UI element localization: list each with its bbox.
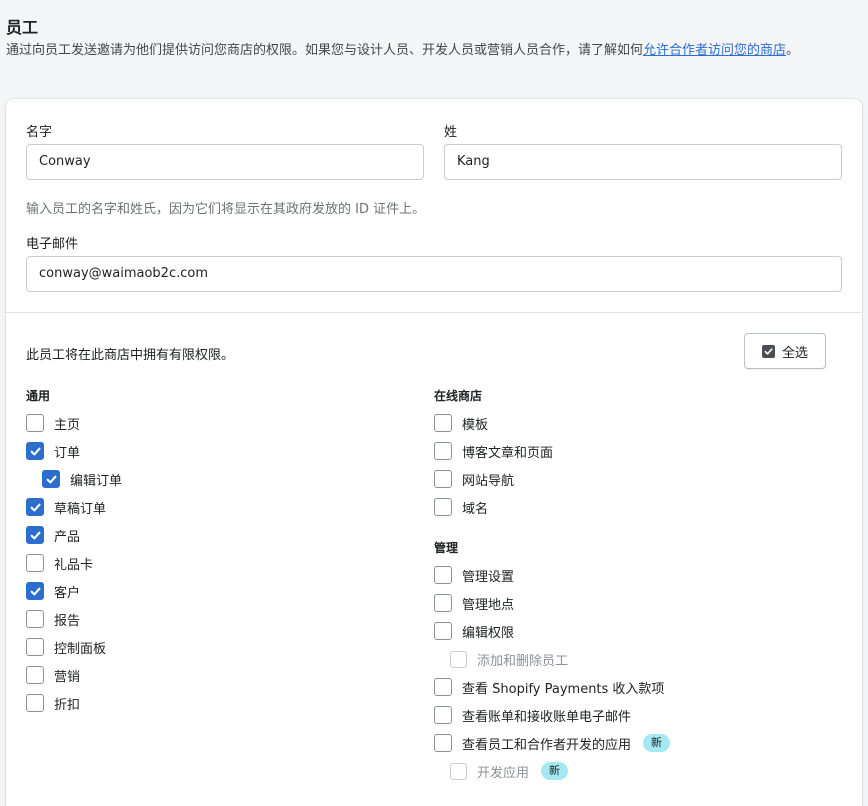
page-description-end: 。 xyxy=(786,43,800,58)
general-permission-0[interactable]: 主页 xyxy=(26,413,80,433)
permission-label: 营销 xyxy=(54,669,81,685)
email-input[interactable]: conway@waimaob2c.com xyxy=(26,256,842,292)
general-permission-2[interactable]: 编辑订单 xyxy=(42,469,122,489)
online_store-permission-0[interactable]: 模板 xyxy=(434,413,488,433)
admin-permission-6[interactable]: 查看员工和合作者开发的应用新 xyxy=(434,733,671,753)
permission-label: 客户 xyxy=(54,585,81,601)
permission-note: 此员工将在此商店中拥有有限权限。 xyxy=(26,348,235,363)
general-permission-1[interactable]: 订单 xyxy=(26,441,80,461)
permission-label: 主页 xyxy=(54,417,81,433)
checkbox-icon[interactable] xyxy=(26,414,44,432)
permission-label: 编辑权限 xyxy=(462,625,515,641)
collaborator-access-link[interactable]: 允许合作者访问您的商店 xyxy=(643,43,786,58)
admin-permission-7: 开发应用新 xyxy=(450,761,569,781)
checkbox-icon[interactable] xyxy=(26,666,44,684)
online_store-permission-2[interactable]: 网站导航 xyxy=(434,469,514,489)
permission-label: 添加和删除员工 xyxy=(477,653,569,669)
checkbox-checked-icon[interactable] xyxy=(42,470,60,488)
online_store-permission-1[interactable]: 博客文章和页面 xyxy=(434,441,553,461)
online_store-permission-3[interactable]: 域名 xyxy=(434,497,488,517)
general-permission-3[interactable]: 草稿订单 xyxy=(26,497,106,517)
checkbox-icon[interactable] xyxy=(434,470,452,488)
checkbox-icon[interactable] xyxy=(26,554,44,572)
admin-permission-2[interactable]: 编辑权限 xyxy=(434,621,514,641)
admin-permission-1[interactable]: 管理地点 xyxy=(434,593,514,613)
checkbox-icon[interactable] xyxy=(434,566,452,584)
checkbox-icon[interactable] xyxy=(26,610,44,628)
select-all-label: 全选 xyxy=(781,345,808,361)
checkbox-icon[interactable] xyxy=(434,442,452,460)
checkbox-icon xyxy=(450,762,467,780)
online-store-section-title: 在线商店 xyxy=(434,389,483,403)
checkbox-checked-icon[interactable] xyxy=(26,526,44,544)
admin-permission-4[interactable]: 查看 Shopify Payments 收入款项 xyxy=(434,677,664,697)
checkmark-icon xyxy=(761,344,775,358)
permission-label: 控制面板 xyxy=(54,641,107,657)
permission-label: 报告 xyxy=(54,613,81,629)
page-title: 员工 xyxy=(6,18,39,37)
new-badge: 新 xyxy=(643,734,671,752)
checkbox-checked-icon[interactable] xyxy=(26,582,44,600)
last-name-label: 姓 xyxy=(444,125,458,140)
staff-card: 名字 Conway 姓 Kang 输入员工的名字和姓氏，因为它们将显示在其政府发… xyxy=(6,99,862,806)
permission-label: 开发应用 xyxy=(477,765,530,781)
admin-permission-3: 添加和删除员工 xyxy=(450,649,568,669)
permission-label: 订单 xyxy=(54,445,81,461)
page-description: 通过向员工发送邀请为他们提供访问您商店的权限。如果您与设计人员、开发人员或营销人… xyxy=(6,40,846,61)
select-all-button[interactable]: 全选 xyxy=(744,333,826,369)
section-divider xyxy=(6,312,862,313)
email-label: 电子邮件 xyxy=(26,237,79,252)
checkbox-icon[interactable] xyxy=(434,734,452,752)
general-permission-9[interactable]: 营销 xyxy=(26,665,80,685)
checkbox-checked-icon[interactable] xyxy=(26,442,44,460)
general-permission-10[interactable]: 折扣 xyxy=(26,693,80,713)
permission-label: 产品 xyxy=(54,529,81,545)
general-permission-5[interactable]: 礼品卡 xyxy=(26,553,93,573)
checkbox-icon[interactable] xyxy=(434,678,452,696)
permission-label: 礼品卡 xyxy=(54,557,94,573)
permission-label: 管理设置 xyxy=(462,569,515,585)
general-permission-6[interactable]: 客户 xyxy=(26,581,80,601)
checkbox-checked-icon[interactable] xyxy=(26,498,44,516)
general-permission-7[interactable]: 报告 xyxy=(26,609,80,629)
permission-label: 模板 xyxy=(462,417,489,433)
general-section-title: 通用 xyxy=(26,389,51,403)
admin-permission-0[interactable]: 管理设置 xyxy=(434,565,514,585)
permission-label: 查看员工和合作者开发的应用 xyxy=(462,737,632,753)
general-permission-4[interactable]: 产品 xyxy=(26,525,80,545)
permission-label: 编辑订单 xyxy=(70,473,123,489)
permission-label: 查看账单和接收账单电子邮件 xyxy=(462,709,632,725)
admin-section-title: 管理 xyxy=(434,541,459,555)
checkbox-icon xyxy=(450,650,467,668)
last-name-input[interactable]: Kang xyxy=(444,144,842,180)
checkbox-icon[interactable] xyxy=(434,622,452,640)
checkbox-icon[interactable] xyxy=(434,498,452,516)
new-badge: 新 xyxy=(541,762,569,780)
permission-label: 管理地点 xyxy=(462,597,515,613)
checkbox-icon[interactable] xyxy=(434,414,452,432)
first-name-label: 名字 xyxy=(26,125,53,140)
permission-label: 查看 Shopify Payments 收入款项 xyxy=(462,681,665,697)
checkbox-icon[interactable] xyxy=(26,694,44,712)
checkbox-icon[interactable] xyxy=(26,638,44,656)
checkbox-icon[interactable] xyxy=(434,594,452,612)
permission-label: 网站导航 xyxy=(462,473,515,489)
permission-label: 域名 xyxy=(462,501,489,517)
permission-label: 博客文章和页面 xyxy=(462,445,554,461)
name-help-text: 输入员工的名字和姓氏，因为它们将显示在其政府发放的 ID 证件上。 xyxy=(26,202,426,217)
first-name-input[interactable]: Conway xyxy=(26,144,424,180)
admin-permission-5[interactable]: 查看账单和接收账单电子邮件 xyxy=(434,705,631,725)
permission-label: 折扣 xyxy=(54,697,81,713)
page-description-text: 通过向员工发送邀请为他们提供访问您商店的权限。如果您与设计人员、开发人员或营销人… xyxy=(6,43,644,58)
checkbox-icon[interactable] xyxy=(434,706,452,724)
general-permission-8[interactable]: 控制面板 xyxy=(26,637,106,657)
permission-label: 草稿订单 xyxy=(54,501,107,517)
